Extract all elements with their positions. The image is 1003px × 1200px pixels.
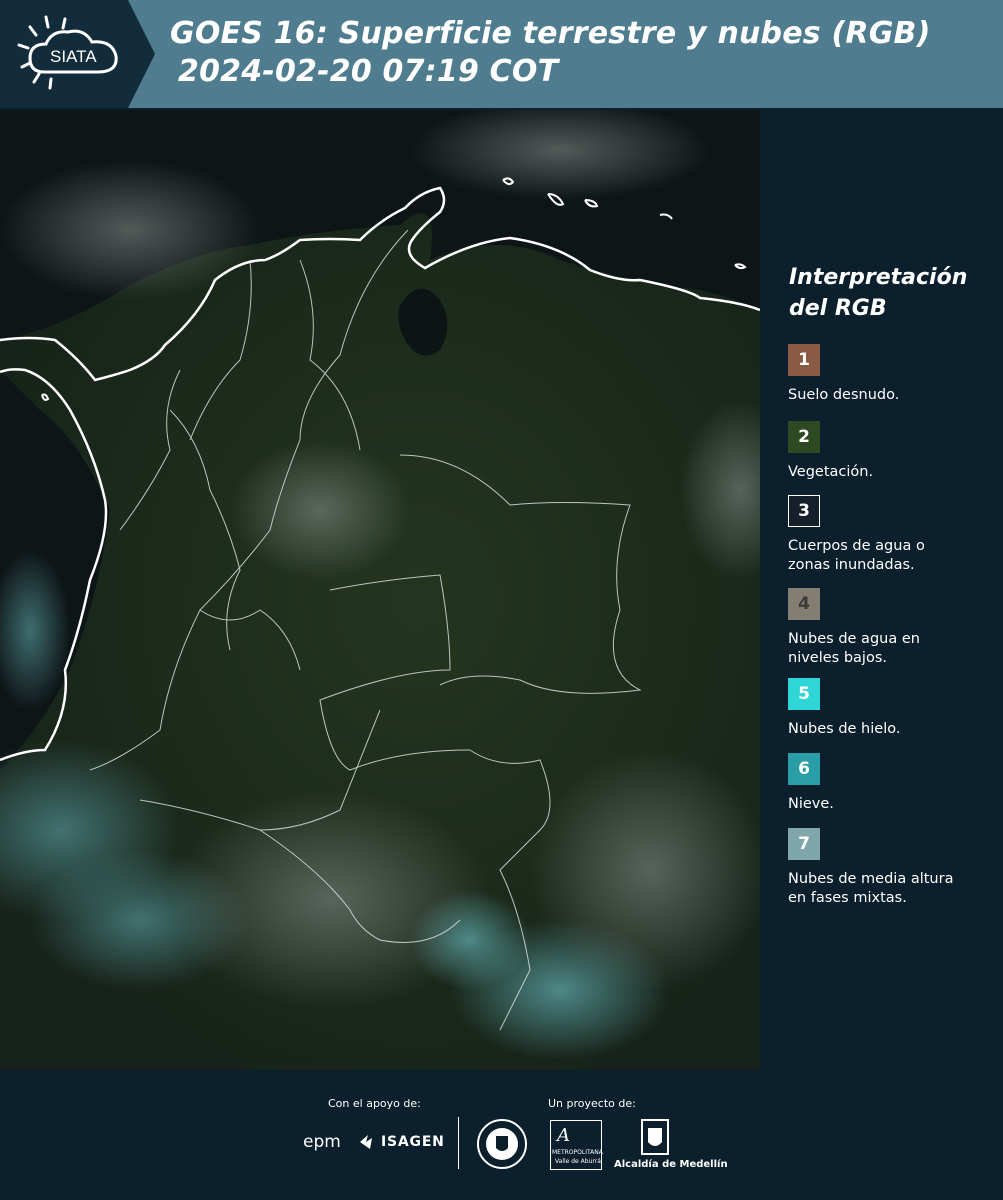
legend-swatch-6: 6 <box>788 753 820 785</box>
area-metropolitana-text: METROPOLITANA <box>552 1149 603 1156</box>
footer-bar: Con el apoyo de: Un proyecto de: epm ISA… <box>0 1070 1003 1200</box>
legend-label-7: Nubes de media altura en fases mixtas. <box>788 871 954 906</box>
isagen-logo: ISAGEN <box>381 1134 445 1150</box>
satellite-map <box>0 110 760 1070</box>
medellin-seal-icon <box>477 1119 527 1169</box>
header-bar: SIATA GOES 16: Superficie terrestre y nu… <box>0 0 1003 108</box>
legend-label-1: Suelo desnudo. <box>788 387 900 403</box>
legend-item-7: 7 Nubes de media altura en fases mixtas. <box>788 828 998 908</box>
area-valle-text: Valle de Aburrá <box>555 1158 601 1165</box>
legend-label-2: Vegetación. <box>788 464 874 480</box>
legend-item-2: 2 Vegetación. <box>788 421 998 482</box>
legend-swatch-2: 2 <box>788 421 820 453</box>
legend-swatch-5: 5 <box>788 678 820 710</box>
alcaldia-shield-icon <box>641 1119 669 1155</box>
legend-item-4: 4 Nubes de agua en niveles bajos. <box>788 588 998 668</box>
legend-label-6: Nieve. <box>788 796 834 812</box>
legend-title: Interpretación del RGB <box>789 265 968 321</box>
legend-label-3: Cuerpos de agua o zonas inundadas. <box>788 538 925 573</box>
isagen-icon <box>360 1135 372 1149</box>
product-timestamp: 2024-02-20 07:19 COT <box>178 54 559 89</box>
alcaldia-logo: Alcaldía de Medellín <box>614 1159 728 1170</box>
area-metropolitana-logo: A METROPOLITANA Valle de Aburrá <box>550 1120 603 1170</box>
legend-swatch-3: 3 <box>788 495 820 527</box>
legend-panel: Interpretación del RGB 1 Suelo desnudo. … <box>760 110 1003 1070</box>
legend-swatch-7: 7 <box>788 828 820 860</box>
epm-logo: epm <box>303 1132 341 1152</box>
legend-item-5: 5 Nubes de hielo. <box>788 678 998 739</box>
legend-item-1: 1 Suelo desnudo. <box>788 344 998 405</box>
support-caption: Con el apoyo de: <box>328 1097 421 1110</box>
legend-swatch-4: 4 <box>788 588 820 620</box>
legend-label-5: Nubes de hielo. <box>788 721 901 737</box>
siata-logo: SIATA <box>0 0 155 108</box>
legend-item-3: 3 Cuerpos de agua o zonas inundadas. <box>788 495 998 575</box>
project-caption: Un proyecto de: <box>548 1097 636 1110</box>
legend-item-6: 6 Nieve. <box>788 753 998 814</box>
logo-text: SIATA <box>50 47 97 66</box>
product-title: GOES 16: Superficie terrestre y nubes (R… <box>170 16 931 51</box>
footer-divider <box>458 1117 459 1169</box>
legend-swatch-1: 1 <box>788 344 820 376</box>
legend-label-4: Nubes de agua en niveles bajos. <box>788 631 920 666</box>
